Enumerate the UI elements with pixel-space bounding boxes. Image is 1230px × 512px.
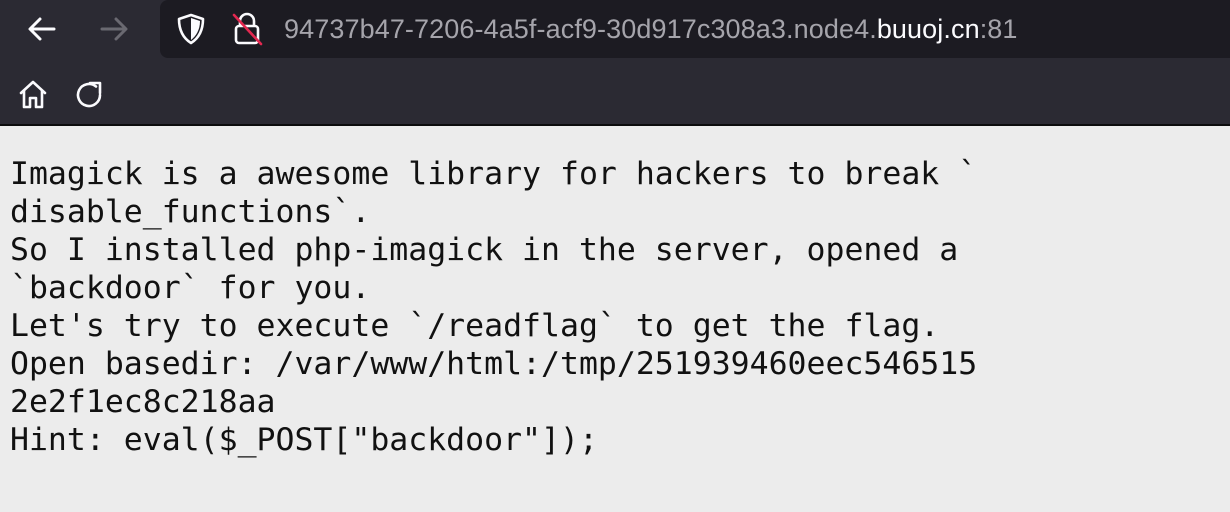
text-line: Let's try to execute `/readflag` to get … — [10, 308, 940, 344]
forward-button[interactable] — [94, 9, 134, 49]
text-line: Open basedir: /var/www/html:/tmp/2519394… — [10, 346, 978, 382]
text-line: disable_functions`. — [10, 194, 371, 230]
browser-toolbar: 94737b47-7206-4a5f-acf9-30d917c308a3.nod… — [0, 0, 1230, 62]
home-button[interactable] — [13, 75, 53, 115]
reload-icon — [76, 81, 102, 108]
back-arrow-icon — [28, 17, 56, 41]
text-line: Imagick is a awesome library for hackers… — [10, 156, 978, 192]
site-security-button[interactable] — [229, 9, 265, 49]
forward-arrow-icon — [100, 17, 128, 41]
url-prefix: 94737b47-7206-4a5f-acf9-30d917c308a3.nod… — [284, 14, 877, 44]
url-host: buuoj.cn — [876, 14, 980, 44]
text-line: So I installed php-imagick in the server… — [10, 232, 959, 268]
shield-icon — [177, 13, 205, 45]
url-text[interactable]: 94737b47-7206-4a5f-acf9-30d917c308a3.nod… — [284, 12, 1018, 46]
text-line: Hint: eval($_POST["backdoor"]); — [10, 422, 598, 458]
url-bar[interactable]: 94737b47-7206-4a5f-acf9-30d917c308a3.nod… — [160, 0, 1230, 58]
text-line: `backdoor` for you. — [10, 270, 371, 306]
url-port: :81 — [979, 14, 1018, 44]
text-line: 2e2f1ec8c218aa — [10, 384, 276, 420]
tracking-protection-button[interactable] — [173, 9, 209, 49]
page-content: Imagick is a awesome library for hackers… — [10, 155, 1220, 459]
home-icon — [19, 80, 47, 109]
insecure-lock-icon — [232, 12, 263, 46]
bookmarks-toolbar — [0, 62, 1230, 126]
back-button[interactable] — [22, 9, 62, 49]
reload-button[interactable] — [70, 75, 110, 115]
